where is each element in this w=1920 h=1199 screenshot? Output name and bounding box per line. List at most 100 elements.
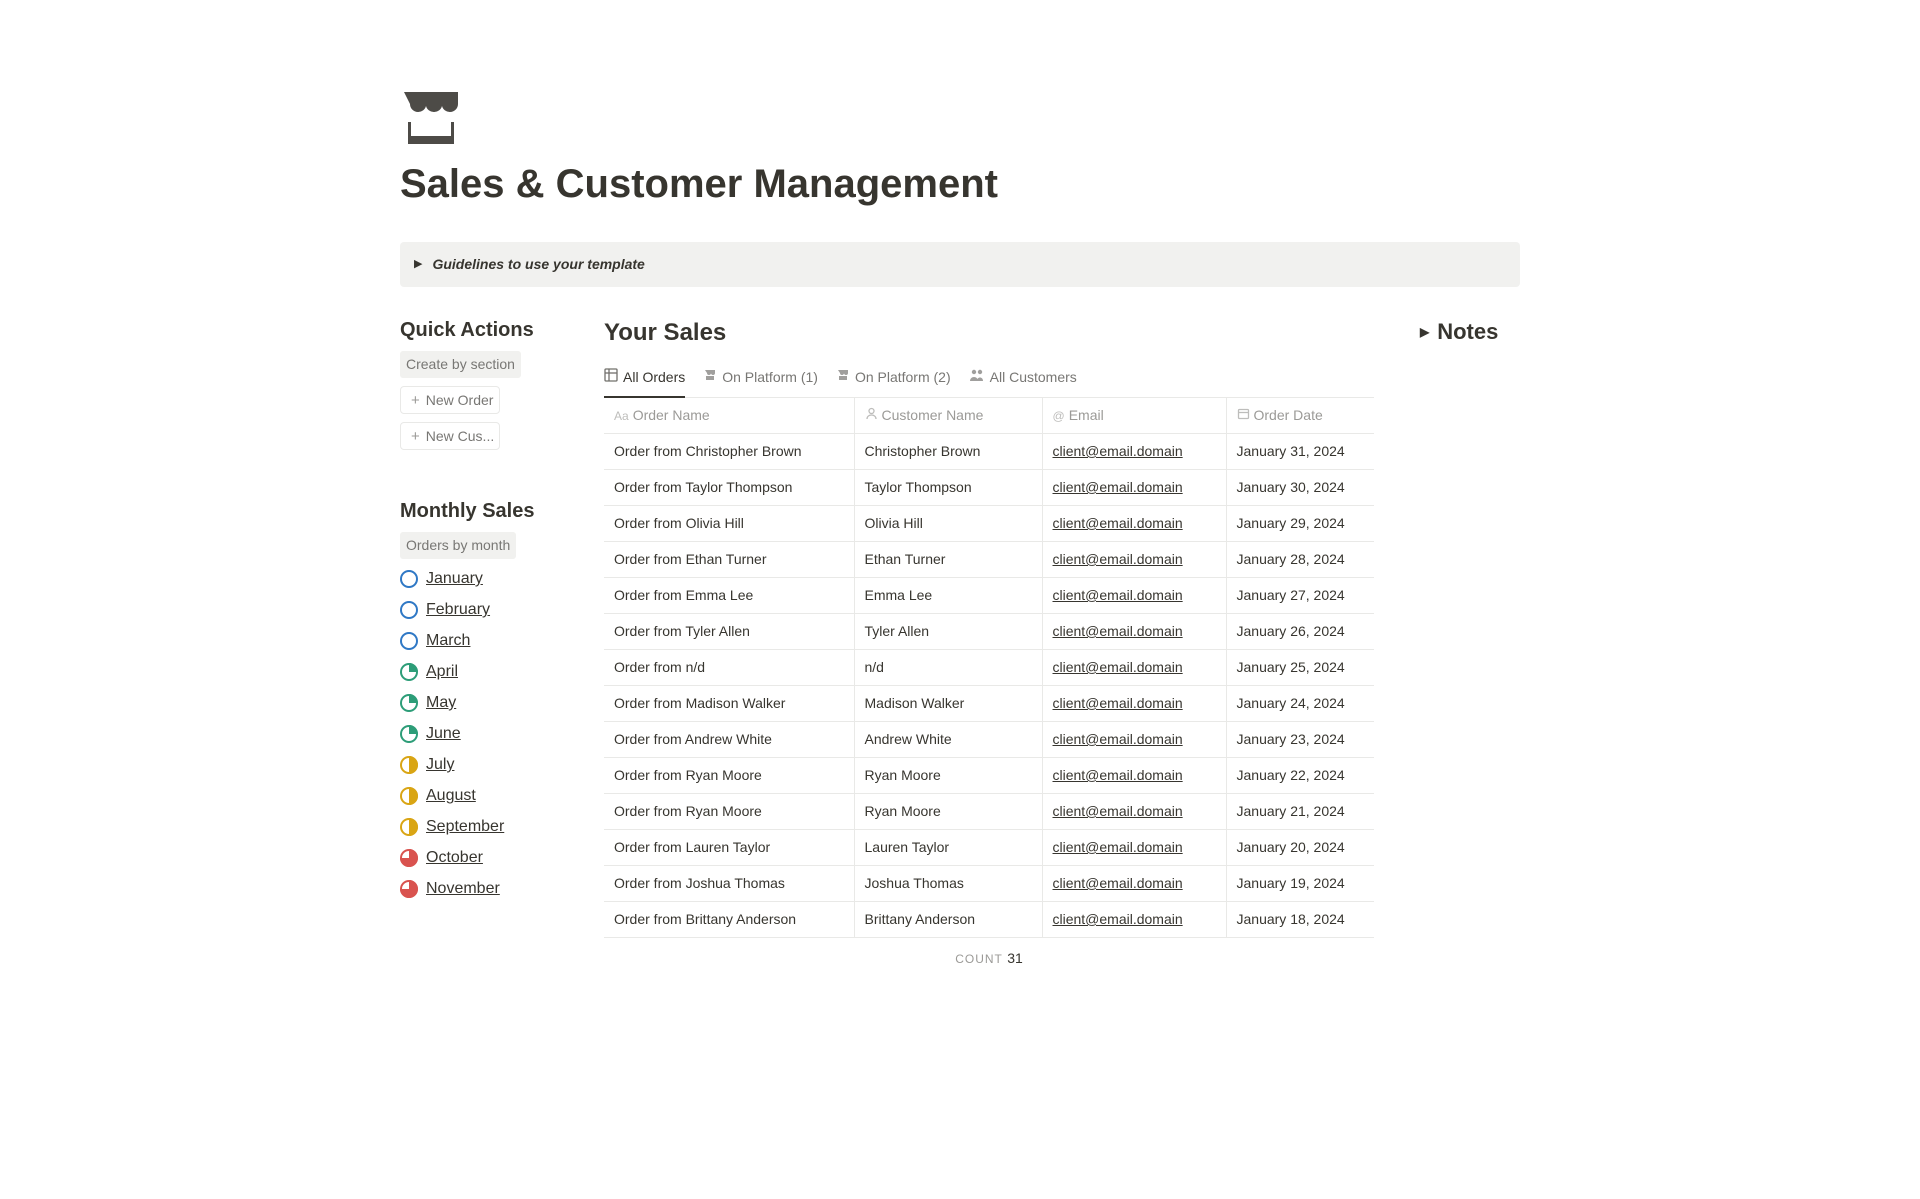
notes-toggle[interactable]: ▶ Notes (1420, 315, 1520, 348)
month-link-september[interactable]: September (400, 815, 568, 839)
calendar-icon (1237, 409, 1250, 423)
cell-customer-name: Brittany Anderson (854, 902, 1042, 938)
tab-all-customers[interactable]: All Customers (969, 361, 1077, 398)
table-row[interactable]: Order from Taylor ThompsonTaylor Thompso… (604, 470, 1374, 506)
month-label: September (426, 815, 504, 839)
table-row[interactable]: Order from n/dn/dclient@email.domainJanu… (604, 650, 1374, 686)
cell-customer-name: Olivia Hill (854, 506, 1042, 542)
people-icon (969, 367, 985, 388)
table-row[interactable]: Order from Joshua ThomasJoshua Thomascli… (604, 866, 1374, 902)
table-row[interactable]: Order from Ethan TurnerEthan Turnerclien… (604, 542, 1374, 578)
month-link-october[interactable]: October (400, 846, 568, 870)
pie-icon (400, 725, 418, 743)
table-row[interactable]: Order from Emma LeeEmma Leeclient@email.… (604, 578, 1374, 614)
monthly-sales-subheading: Orders by month (400, 532, 516, 559)
cell-customer-name: Emma Lee (854, 578, 1042, 614)
cell-order-date: January 18, 2024 (1226, 902, 1374, 938)
cell-order-date: January 30, 2024 (1226, 470, 1374, 506)
month-label: July (426, 753, 454, 777)
cell-email: client@email.domain (1042, 722, 1226, 758)
cell-customer-name: Ryan Moore (854, 758, 1042, 794)
tab-on-platform-2-[interactable]: On Platform (2) (836, 361, 951, 398)
cell-customer-name: Andrew White (854, 722, 1042, 758)
table-row[interactable]: Order from Andrew WhiteAndrew Whiteclien… (604, 722, 1374, 758)
column-label: Order Date (1254, 407, 1323, 423)
column-header-customer-name[interactable]: Customer Name (854, 398, 1042, 434)
month-label: August (426, 784, 476, 808)
table-icon (604, 367, 618, 388)
month-link-november[interactable]: November (400, 877, 568, 901)
person-icon (865, 409, 878, 423)
column-header-order-name[interactable]: AaOrder Name (604, 398, 854, 434)
cell-order-name: Order from Ethan Turner (604, 542, 854, 578)
pie-icon (400, 818, 418, 836)
table-row[interactable]: Order from Madison WalkerMadison Walkerc… (604, 686, 1374, 722)
pie-icon (400, 570, 418, 588)
cell-customer-name: Madison Walker (854, 686, 1042, 722)
cell-order-date: January 28, 2024 (1226, 542, 1374, 578)
cell-email: client@email.domain (1042, 434, 1226, 470)
quick-actions-subheading: Create by section (400, 351, 521, 378)
month-link-july[interactable]: July (400, 753, 568, 777)
cell-order-date: January 31, 2024 (1226, 434, 1374, 470)
cell-email: client@email.domain (1042, 578, 1226, 614)
cell-order-date: January 27, 2024 (1226, 578, 1374, 614)
table-row[interactable]: Order from Ryan MooreRyan Mooreclient@em… (604, 758, 1374, 794)
table-row[interactable]: Order from Olivia HillOlivia Hillclient@… (604, 506, 1374, 542)
guidelines-callout[interactable]: ▶ Guidelines to use your template (400, 242, 1520, 287)
month-label: June (426, 722, 461, 746)
cell-order-name: Order from Emma Lee (604, 578, 854, 614)
column-header-order-date[interactable]: Order Date (1226, 398, 1374, 434)
pie-icon (400, 849, 418, 867)
month-label: February (426, 598, 490, 622)
button-label: New Cus... (426, 428, 494, 444)
tab-on-platform-1-[interactable]: On Platform (1) (703, 361, 818, 398)
new-order-button[interactable]: + New Order (400, 386, 500, 414)
tab-all-orders[interactable]: All Orders (604, 361, 685, 398)
table-row[interactable]: Order from Brittany AndersonBrittany And… (604, 902, 1374, 938)
notes-heading: Notes (1437, 315, 1498, 348)
cell-customer-name: n/d (854, 650, 1042, 686)
tab-label: All Orders (623, 367, 685, 388)
cell-order-date: January 20, 2024 (1226, 830, 1374, 866)
table-row[interactable]: Order from Lauren TaylorLauren Taylorcli… (604, 830, 1374, 866)
cell-order-date: January 21, 2024 (1226, 794, 1374, 830)
cell-order-date: January 22, 2024 (1226, 758, 1374, 794)
monthly-sales-heading: Monthly Sales (400, 496, 568, 526)
month-link-april[interactable]: April (400, 660, 568, 684)
month-link-june[interactable]: June (400, 722, 568, 746)
table-row[interactable]: Order from Christopher BrownChristopher … (604, 434, 1374, 470)
cell-order-date: January 25, 2024 (1226, 650, 1374, 686)
cell-order-name: Order from Lauren Taylor (604, 830, 854, 866)
cell-customer-name: Ethan Turner (854, 542, 1042, 578)
column-label: Customer Name (882, 407, 984, 423)
table-row[interactable]: Order from Ryan MooreRyan Mooreclient@em… (604, 794, 1374, 830)
cell-email: client@email.domain (1042, 650, 1226, 686)
pie-icon (400, 787, 418, 805)
cell-customer-name: Ryan Moore (854, 794, 1042, 830)
month-link-may[interactable]: May (400, 691, 568, 715)
tab-label: All Customers (990, 367, 1077, 388)
cell-email: client@email.domain (1042, 506, 1226, 542)
month-label: May (426, 691, 456, 715)
orders-table: AaOrder Name Customer Name @Email Order Dat… (604, 398, 1374, 938)
at-icon: @ (1053, 409, 1065, 423)
month-label: November (426, 877, 500, 901)
your-sales-heading: Your Sales (604, 315, 1374, 351)
month-link-february[interactable]: February (400, 598, 568, 622)
toggle-arrow-icon: ▶ (1420, 323, 1429, 341)
pie-icon (400, 632, 418, 650)
column-header-email[interactable]: @Email (1042, 398, 1226, 434)
cell-order-name: Order from Christopher Brown (604, 434, 854, 470)
month-link-august[interactable]: August (400, 784, 568, 808)
toggle-arrow-icon: ▶ (414, 256, 422, 273)
cell-email: client@email.domain (1042, 614, 1226, 650)
table-row[interactable]: Order from Tyler AllenTyler Allenclient@… (604, 614, 1374, 650)
Aa-icon: Aa (614, 409, 629, 423)
pie-icon (400, 880, 418, 898)
quick-actions-heading: Quick Actions (400, 315, 568, 345)
new-customer-button[interactable]: + New Cus... (400, 422, 500, 450)
month-link-march[interactable]: March (400, 629, 568, 653)
cell-order-name: Order from Ryan Moore (604, 758, 854, 794)
month-link-january[interactable]: January (400, 567, 568, 591)
